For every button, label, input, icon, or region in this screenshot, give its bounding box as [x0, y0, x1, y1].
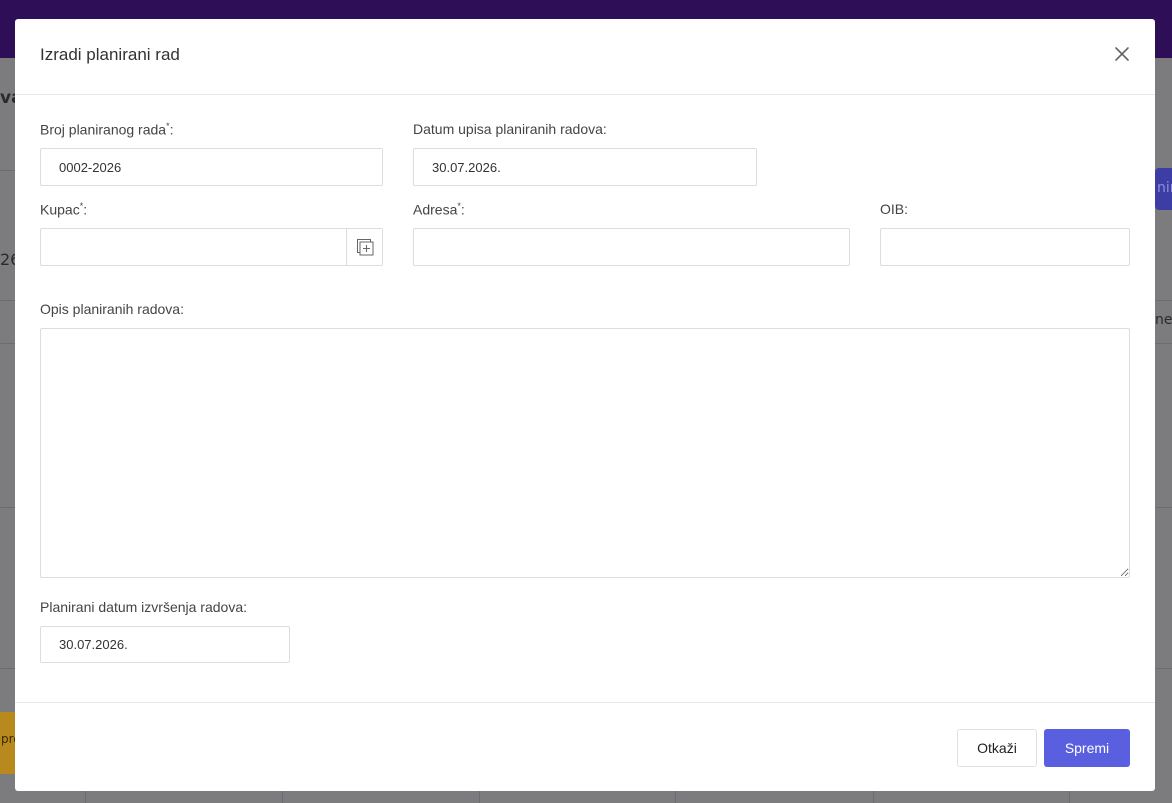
entry-date-input[interactable] — [413, 148, 757, 186]
close-icon[interactable] — [1111, 43, 1133, 65]
planned-date-input[interactable] — [40, 626, 290, 663]
work-number-input[interactable] — [40, 148, 383, 186]
modal-title: Izradi planirani rad — [40, 45, 180, 64]
planned-date-label: Planirani datum izvršenja radova: — [40, 599, 247, 615]
address-input[interactable] — [413, 228, 850, 266]
column-header-partial: ne — [1155, 312, 1172, 328]
description-label: Opis planiranih radova: — [40, 301, 184, 317]
modal-header: Izradi planirani rad — [15, 19, 1155, 95]
divider — [282, 790, 283, 803]
work-number-label: Broj planiranog rada*: — [40, 121, 174, 138]
address-label: Adresa*: — [413, 201, 465, 218]
customer-input[interactable] — [40, 228, 383, 266]
create-planned-work-modal: Izradi planirani rad Broj planiranog rad… — [15, 19, 1155, 791]
new-item-button-partial[interactable]: niro — [1155, 168, 1172, 210]
oib-input[interactable] — [880, 228, 1130, 266]
add-to-list-icon — [357, 239, 374, 256]
cancel-button[interactable]: Otkaži — [957, 729, 1037, 767]
entry-date-label: Datum upisa planiranih radova: — [413, 121, 607, 137]
divider — [479, 790, 480, 803]
customer-label: Kupac*: — [40, 201, 88, 218]
divider — [675, 790, 676, 803]
save-button[interactable]: Spremi — [1044, 729, 1130, 767]
divider — [1069, 790, 1070, 803]
oib-label: OIB: — [880, 201, 909, 217]
divider — [873, 790, 874, 803]
add-customer-button[interactable] — [346, 228, 383, 266]
modal-footer: Otkaži Spremi — [15, 702, 1155, 791]
divider — [85, 790, 86, 803]
description-textarea[interactable] — [40, 328, 1130, 578]
